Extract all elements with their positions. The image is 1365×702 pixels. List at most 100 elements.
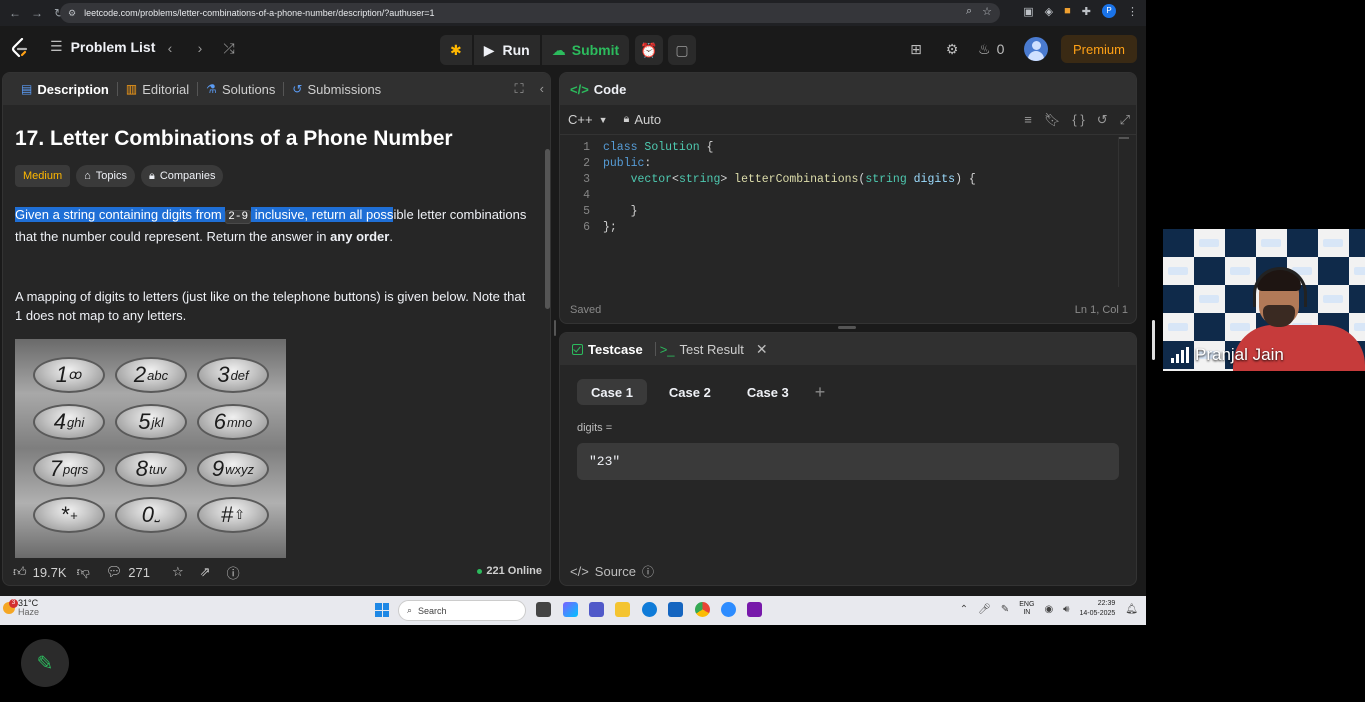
zoom-icon[interactable]: ⌕ <box>966 5 972 18</box>
notification-icon[interactable]: 🔔︎ <box>1125 604 1138 615</box>
wifi-icon[interactable]: ◉ <box>1044 604 1053 615</box>
file-explorer-icon[interactable] <box>615 602 630 617</box>
forward-icon[interactable]: → <box>30 6 44 20</box>
browser-menu-icon[interactable]: ⋮ <box>1127 5 1138 18</box>
share-button[interactable]: ⇗ <box>200 564 211 580</box>
code-scrollbar[interactable] <box>1118 137 1129 287</box>
submit-button[interactable]: ☁ Submit <box>541 35 630 65</box>
line-number: 2 <box>583 157 590 170</box>
teams-icon[interactable] <box>589 602 604 617</box>
braces-icon[interactable]: { } <box>1072 112 1084 128</box>
bookmark-star-icon[interactable]: ☆ <box>982 5 992 18</box>
flame-icon: ♨ <box>978 40 991 57</box>
list-icon: ☰ <box>50 38 63 54</box>
zoom-app-icon[interactable] <box>721 602 736 617</box>
premium-button[interactable]: Premium <box>1061 35 1137 63</box>
horizontal-splitter[interactable] <box>838 326 856 329</box>
digits-input[interactable]: "23" <box>577 443 1119 480</box>
extension-badge-icon[interactable]: ■ <box>1064 5 1071 17</box>
dislike-button[interactable]: 👎︎ <box>77 564 90 580</box>
line-number: 3 <box>583 173 590 186</box>
scrollbar-thumb[interactable] <box>1119 137 1129 139</box>
key-letters: ꝏ <box>69 367 83 382</box>
site-info-icon[interactable]: ⚙ <box>68 8 76 19</box>
keypad-key: 8 tuv <box>115 451 187 487</box>
problem-list-button[interactable]: ☰ Problem List <box>50 38 155 55</box>
tab-test-result[interactable]: >_ Test Result <box>656 342 748 357</box>
clock-time: 22:39 <box>1097 600 1116 607</box>
collapse-left-icon[interactable]: ‹ <box>540 81 544 97</box>
onenote-icon[interactable] <box>747 602 762 617</box>
code-title: Code <box>593 81 627 97</box>
user-avatar[interactable] <box>1024 37 1048 61</box>
bookmark-icon[interactable]: 🔖︎ <box>1044 112 1061 128</box>
tab-description[interactable]: ▤ Description <box>13 73 117 105</box>
run-button[interactable]: ▶ Run <box>473 35 540 65</box>
leetcode-logo[interactable] <box>10 38 30 58</box>
online-count: 221 Online <box>477 565 542 577</box>
edge-icon[interactable] <box>642 602 657 617</box>
chevron-up-icon[interactable]: ⌃ <box>960 604 968 615</box>
webcam-drag-handle[interactable] <box>1152 320 1155 360</box>
case-tab-3[interactable]: Case 3 <box>733 379 803 405</box>
next-problem-button[interactable]: › <box>190 37 210 59</box>
clock[interactable]: 22:39 14-05-2025 <box>1079 599 1115 619</box>
close-icon[interactable]: ✕ <box>756 341 768 358</box>
chrome-icon[interactable] <box>695 602 710 617</box>
question-icon[interactable]: ⓘ <box>642 563 654 580</box>
pen-icon[interactable]: ✎ <box>1001 604 1009 615</box>
lang-top: ENG <box>1019 601 1035 608</box>
streak-counter[interactable]: ♨ 0 <box>978 39 1004 59</box>
extension-icon[interactable]: ▣ <box>1023 5 1033 18</box>
store-icon[interactable] <box>668 602 683 617</box>
source-link[interactable]: </> Source ⓘ <box>570 563 654 580</box>
companies-tag[interactable]: 🔒︎ Companies <box>140 165 224 187</box>
favorite-button[interactable]: ☆ <box>172 564 184 580</box>
microphone-icon[interactable]: 🎤︎ <box>978 604 991 615</box>
prev-problem-button[interactable]: ‹ <box>160 37 180 59</box>
scrollbar[interactable] <box>545 149 550 309</box>
notes-button[interactable]: ▢ <box>668 35 696 65</box>
copilot-icon[interactable] <box>563 602 578 617</box>
puzzle-icon[interactable]: ✚ <box>1082 5 1091 18</box>
tab-solutions[interactable]: ⚗ Solutions <box>198 73 283 105</box>
browser-bar: ← → ↻ ⚙ leetcode.com/problems/letter-com… <box>0 0 1146 26</box>
profile-avatar[interactable]: P <box>1102 4 1116 18</box>
comments-button[interactable]: 💬︎ 271 <box>106 564 150 580</box>
weather-widget[interactable]: 3 31°C Haze <box>3 599 39 617</box>
timer-button[interactable]: ⏰ <box>635 35 663 65</box>
start-button[interactable] <box>375 603 389 617</box>
auto-mode[interactable]: 🔒︎ Auto <box>624 112 662 127</box>
settings-button[interactable]: ⚙ <box>942 39 962 59</box>
vertical-splitter[interactable] <box>554 320 556 336</box>
layout-button[interactable]: ⊞ <box>906 39 926 59</box>
language-indicator[interactable]: ENG IN <box>1019 601 1034 617</box>
add-case-icon[interactable]: + <box>815 382 826 403</box>
random-problem-button[interactable]: ⤮ <box>219 37 239 59</box>
task-view-icon[interactable] <box>536 602 551 617</box>
format-icon[interactable]: ≡ <box>1024 112 1032 128</box>
key-letters: ⎵ <box>155 507 161 522</box>
shield-extension-icon[interactable]: ◈ <box>1045 5 1053 18</box>
back-icon[interactable]: ← <box>8 6 22 20</box>
help-button[interactable]: ⓘ <box>227 563 240 582</box>
taskbar-search[interactable]: ⌕ Search <box>398 600 526 621</box>
expand-icon[interactable]: ⛶ <box>515 81 524 97</box>
url-text: leetcode.com/problems/letter-combination… <box>84 8 435 18</box>
like-count: 19.7K <box>32 564 67 580</box>
case-tab-1[interactable]: Case 1 <box>577 379 647 405</box>
fullscreen-icon[interactable]: ⤢ <box>1120 112 1130 128</box>
case-tab-2[interactable]: Case 2 <box>655 379 725 405</box>
code-editor[interactable]: 1 class Solution { 2 public: 3 vector<st… <box>560 139 1136 289</box>
annotate-pencil-button[interactable]: ✎ <box>21 639 69 687</box>
like-button[interactable]: 👍︎ 19.7K <box>13 564 67 580</box>
tab-editorial[interactable]: ▥ Editorial <box>118 73 197 105</box>
reset-icon[interactable]: ↺ <box>1097 112 1108 128</box>
volume-icon[interactable]: 🔊︎ <box>1063 604 1069 615</box>
tab-testcase[interactable]: Testcase <box>568 342 647 357</box>
tab-submissions[interactable]: ↺ Submissions <box>284 73 389 105</box>
topics-tag[interactable]: ⌂ Topics <box>76 165 135 187</box>
language-select[interactable]: C++ ▼ <box>568 112 608 127</box>
debug-button[interactable]: ✱ <box>440 35 472 65</box>
address-bar[interactable]: ⚙ leetcode.com/problems/letter-combinati… <box>60 3 1000 23</box>
